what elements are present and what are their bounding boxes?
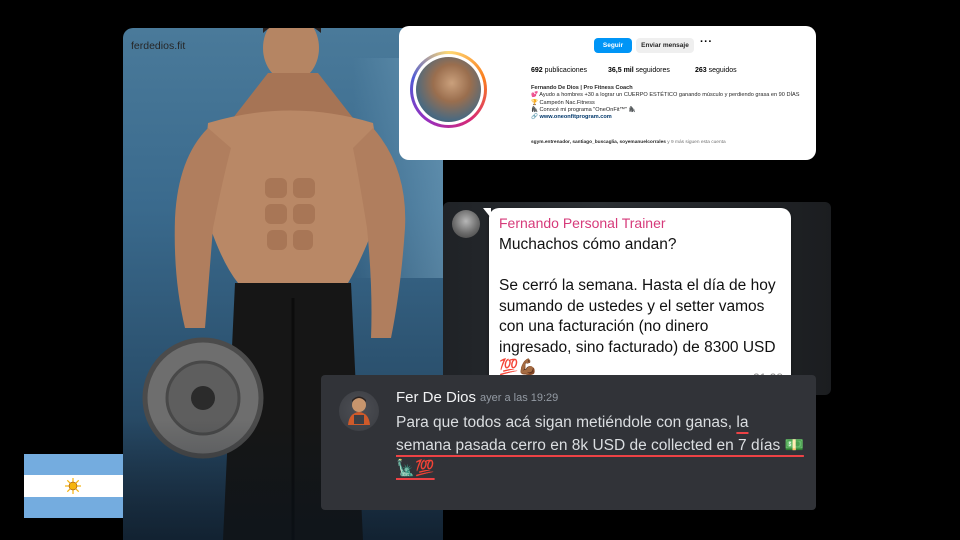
message-sender[interactable]: Fernando Personal Trainer	[499, 215, 666, 231]
discord-message: Fer De Dios ayer a las 19:29 Para que to…	[321, 375, 816, 510]
discord-username[interactable]: Fer De Dios	[396, 389, 476, 406]
message-text-plain: Para que todos acá sigan metiéndole con …	[396, 414, 737, 431]
followers-count[interactable]: 36,5 mil seguidores	[608, 67, 695, 74]
bio-line: 💕 Ayudo a hombres +30 a lograr un CUERPO…	[531, 92, 800, 99]
argentina-flag-icon	[24, 454, 123, 518]
profile-bio: Fernando De Dios | Pro Fitness Coach 💕 A…	[531, 85, 813, 121]
posts-count[interactable]: 692 publicaciones	[531, 67, 608, 74]
bio-line: 🏆 Campeón Nac.Fitness	[531, 99, 595, 106]
follow-button[interactable]: Seguir	[594, 38, 632, 53]
profile-avatar	[416, 57, 481, 122]
bio-website-link[interactable]: 🔗 www.oneonfitprogram.com	[531, 114, 813, 121]
discord-timestamp: ayer a las 19:29	[480, 392, 559, 404]
more-options-icon[interactable]: ···	[700, 36, 713, 48]
profile-avatar-ring[interactable]	[410, 51, 487, 128]
send-message-button[interactable]: Enviar mensaje	[636, 38, 694, 53]
sender-avatar[interactable]	[452, 210, 480, 238]
message-text: Muchachos cómo andan? Se cerró la semana…	[499, 236, 776, 376]
profile-stats: 692 publicaciones 36,5 mil seguidores 26…	[531, 67, 737, 74]
sun-of-may-icon	[65, 478, 81, 494]
following-count[interactable]: 263 seguidos	[695, 67, 737, 74]
profile-username: ferdedios.fit	[131, 40, 186, 52]
discord-message-text: Para que todos acá sigan metiéndole con …	[396, 411, 806, 480]
user-avatar[interactable]	[339, 391, 379, 431]
avatar-figure-icon	[348, 396, 370, 425]
whatsapp-message-bubble: Fernando Personal Trainer Muchachos cómo…	[483, 208, 791, 390]
followed-by-text[interactable]: sgym.entrenador, santiago_buscaglia, soy…	[531, 140, 726, 145]
